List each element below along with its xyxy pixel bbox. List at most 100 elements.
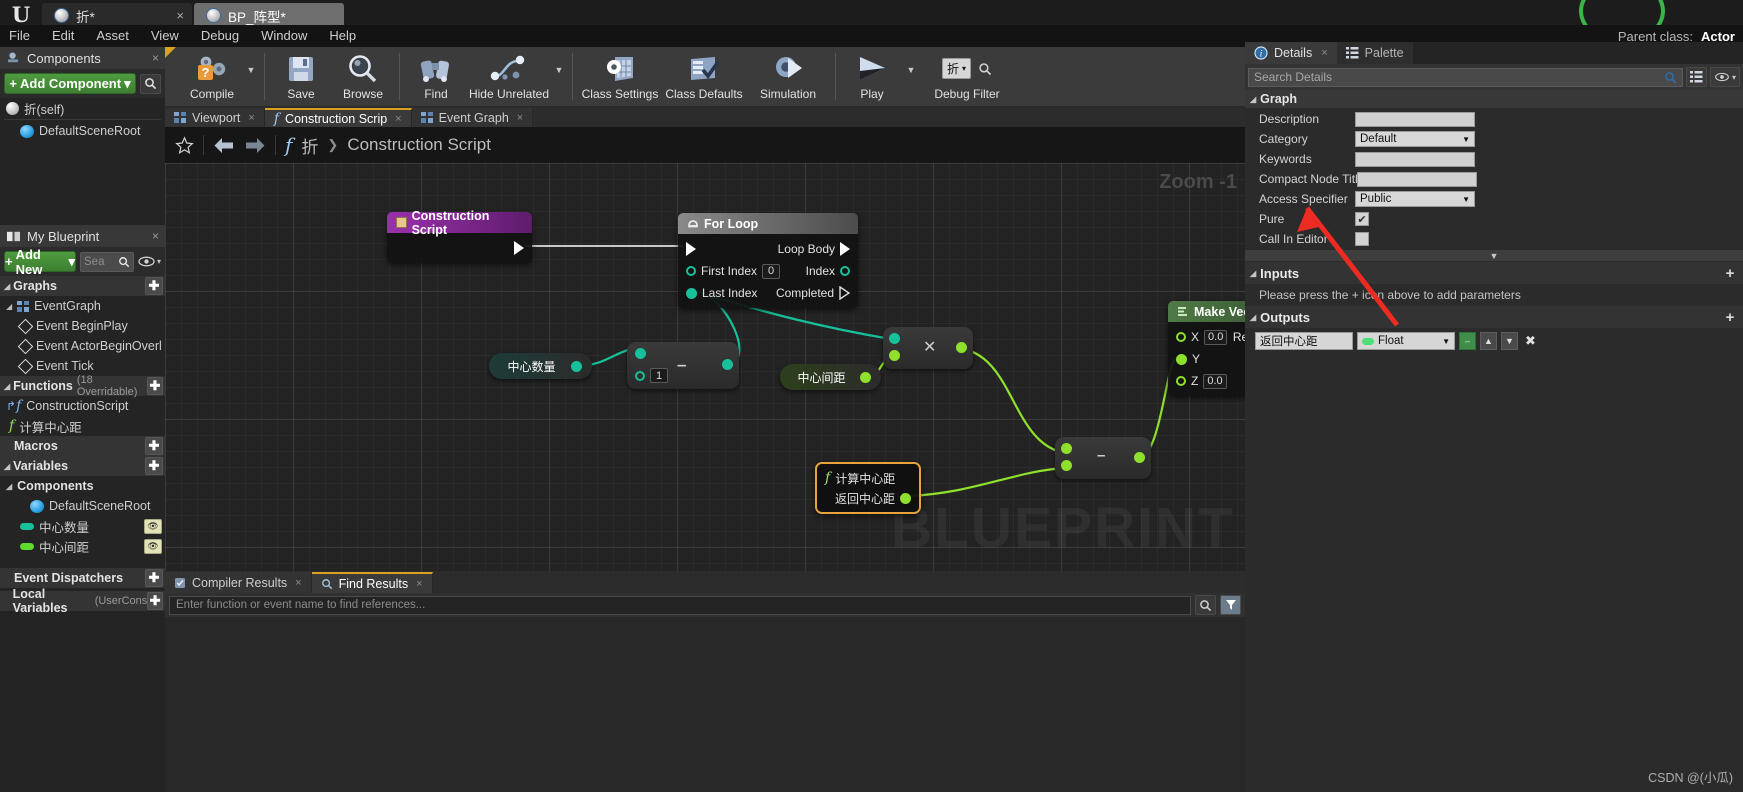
play-button[interactable]: Play (841, 47, 903, 106)
variable-item-zhongxinjianju[interactable]: 中心间距 👁 (0, 536, 165, 556)
section-functions[interactable]: ◢ Functions (18 Overridable) ✚ (0, 374, 165, 398)
details-section-inputs[interactable]: ◢ Inputs + (1245, 262, 1743, 284)
last-index-pin[interactable]: Last Index (678, 286, 757, 300)
return-value-pin[interactable]: 返回中心距 (835, 490, 919, 507)
make-vector-z-value[interactable]: 0.0 (1203, 373, 1227, 389)
subtract-operand-value[interactable]: 1 (650, 368, 668, 383)
first-index-value[interactable]: 0 (762, 263, 781, 279)
node-subtract-2[interactable]: – (1055, 437, 1151, 479)
tab-viewport[interactable]: Viewport × (165, 108, 265, 127)
subtract-pin-a[interactable] (635, 348, 646, 359)
menu-item-asset[interactable]: Asset (85, 25, 140, 47)
compact-node-title-field[interactable] (1357, 171, 1477, 187)
output-move-up-button[interactable]: ▲ (1480, 332, 1497, 350)
sidebar-item-eventgraph[interactable]: ◢ EventGraph (0, 296, 165, 316)
list-view-button[interactable] (1686, 67, 1707, 87)
back-arrow-icon[interactable] (213, 136, 235, 155)
menu-item-view[interactable]: View (140, 25, 190, 47)
add-local-variable-button[interactable]: ✚ (147, 592, 163, 610)
output-name-field[interactable]: 返回中心距 (1255, 332, 1353, 350)
variables-category-components[interactable]: ◢ Components (0, 476, 165, 496)
add-event-dispatcher-button[interactable]: ✚ (145, 569, 163, 587)
float-out-pin-icon[interactable] (860, 371, 871, 383)
sidebar-item-event-beginplay[interactable]: Event BeginPlay (0, 316, 165, 336)
debug-filter-combo[interactable]: 折 ▾ (941, 58, 972, 79)
add-new-button[interactable]: + Add New ▾ (4, 247, 76, 277)
node-construction-script[interactable]: Construction Script (387, 209, 532, 263)
output-type-combo[interactable]: Float ▼ (1357, 332, 1455, 350)
subtract-pin-b[interactable]: 1 (635, 368, 668, 383)
browse-button[interactable]: Browse (332, 47, 394, 106)
node-subtract-1[interactable]: 1 – (627, 342, 739, 389)
close-icon[interactable]: × (248, 112, 254, 124)
output-move-down-button[interactable]: ▼ (1501, 332, 1518, 350)
close-icon[interactable]: × (395, 113, 401, 125)
node-for-loop[interactable]: For Loop Loop Body First Index 0 Index L… (678, 213, 858, 308)
make-vector-y-pin[interactable]: Y (1168, 352, 1200, 366)
node-call-jisuan-zhongxinju[interactable]: f 计算中心距 返回中心距 (815, 462, 921, 514)
class-defaults-button[interactable]: Class Defaults (662, 47, 746, 106)
tab-construction-script[interactable]: f Construction Scrip × (264, 108, 412, 127)
exec-in-pin[interactable] (678, 242, 696, 256)
tab-details[interactable]: i Details × (1245, 42, 1337, 64)
section-variables[interactable]: ◢ Variables ✚ (0, 456, 165, 476)
subtract2-pin-a[interactable] (1061, 443, 1072, 454)
add-function-button[interactable]: ✚ (146, 377, 163, 395)
search-details-input[interactable]: Search Details (1248, 67, 1683, 87)
debug-filter[interactable]: 折 ▾ Debug Filter (919, 47, 1015, 106)
completed-pin[interactable]: Completed (776, 286, 858, 300)
section-macros[interactable]: Macros ✚ (0, 436, 165, 456)
play-dropdown-caret[interactable]: ▼ (903, 47, 919, 106)
access-specifier-combo[interactable]: Public ▼ (1355, 191, 1475, 207)
section-graphs[interactable]: ◢ Graphs ✚ (0, 276, 165, 296)
star-icon[interactable] (175, 135, 194, 155)
node-multiply[interactable]: ✕ (883, 327, 973, 369)
make-vector-return-pin[interactable]: Return Value (1233, 330, 1245, 344)
hide-unrelated-button[interactable]: Hide Unrelated (467, 47, 551, 106)
description-field[interactable] (1355, 111, 1475, 127)
subtract2-pin-b[interactable] (1061, 460, 1072, 471)
blueprint-graph-canvas[interactable]: Zoom -1 BLUEPRINT Construction Script Fo… (165, 163, 1245, 571)
find-results-list[interactable] (165, 617, 1245, 792)
search-icon[interactable] (978, 62, 992, 76)
sidebar-item-constructionscript[interactable]: ↱f ConstructionScript (0, 396, 165, 416)
menu-item-window[interactable]: Window (250, 25, 318, 47)
details-category-graph[interactable]: ◢ Graph (1245, 90, 1743, 109)
simulation-button[interactable]: Simulation (746, 47, 830, 106)
compile-dropdown-caret[interactable]: ▼ (243, 47, 259, 106)
collapse-graph-section-button[interactable]: ▼ (1245, 249, 1743, 262)
tab-find-results[interactable]: Find Results × (311, 572, 433, 593)
eye-icon[interactable]: 👁 (144, 538, 162, 554)
find-filter-button[interactable] (1220, 595, 1241, 615)
pure-checkbox[interactable]: ✔ (1355, 212, 1369, 226)
component-item-defaultsceneroot[interactable]: DefaultSceneRoot (0, 121, 165, 141)
components-search-button[interactable] (140, 73, 161, 94)
make-vector-x-pin[interactable]: X 0.0 (1168, 329, 1228, 345)
menu-item-file[interactable]: File (0, 25, 41, 47)
add-component-button[interactable]: + Add Component ▾ (4, 73, 136, 94)
section-event-dispatchers[interactable]: Event Dispatchers ✚ (0, 568, 165, 588)
menu-item-help[interactable]: Help (318, 25, 367, 47)
sidebar-item-jisuanzhongxinju[interactable]: f 计算中心距 (0, 416, 165, 436)
variable-item-zhongxinshuliang[interactable]: 中心数量 👁 (0, 516, 165, 536)
subtract-out-pin[interactable] (722, 359, 733, 370)
details-view-options-button[interactable]: ▾ (1710, 67, 1740, 87)
category-combo[interactable]: Default ▼ (1355, 131, 1475, 147)
subtract2-out-pin[interactable] (1134, 452, 1145, 463)
tab-compiler-results[interactable]: Compiler Results × (165, 572, 312, 593)
menu-item-edit[interactable]: Edit (41, 25, 85, 47)
section-local-variables[interactable]: Local Variables (UserCons ✚ (0, 587, 165, 615)
find-search-button[interactable] (1195, 595, 1216, 615)
add-variable-button[interactable]: ✚ (145, 457, 163, 475)
tab-palette[interactable]: Palette (1336, 42, 1413, 64)
add-graph-button[interactable]: ✚ (145, 277, 163, 295)
add-output-button[interactable]: + (1722, 309, 1738, 326)
close-icon[interactable]: × (152, 229, 159, 243)
menu-item-debug[interactable]: Debug (190, 25, 250, 47)
multiply-out-pin[interactable] (956, 342, 967, 353)
first-index-pin[interactable]: First Index 0 (678, 263, 781, 279)
make-vector-x-value[interactable]: 0.0 (1204, 329, 1228, 345)
eye-icon[interactable]: 👁 (144, 518, 162, 534)
visibility-toggle[interactable]: ▾ (138, 256, 161, 267)
close-icon[interactable]: × (295, 577, 301, 589)
